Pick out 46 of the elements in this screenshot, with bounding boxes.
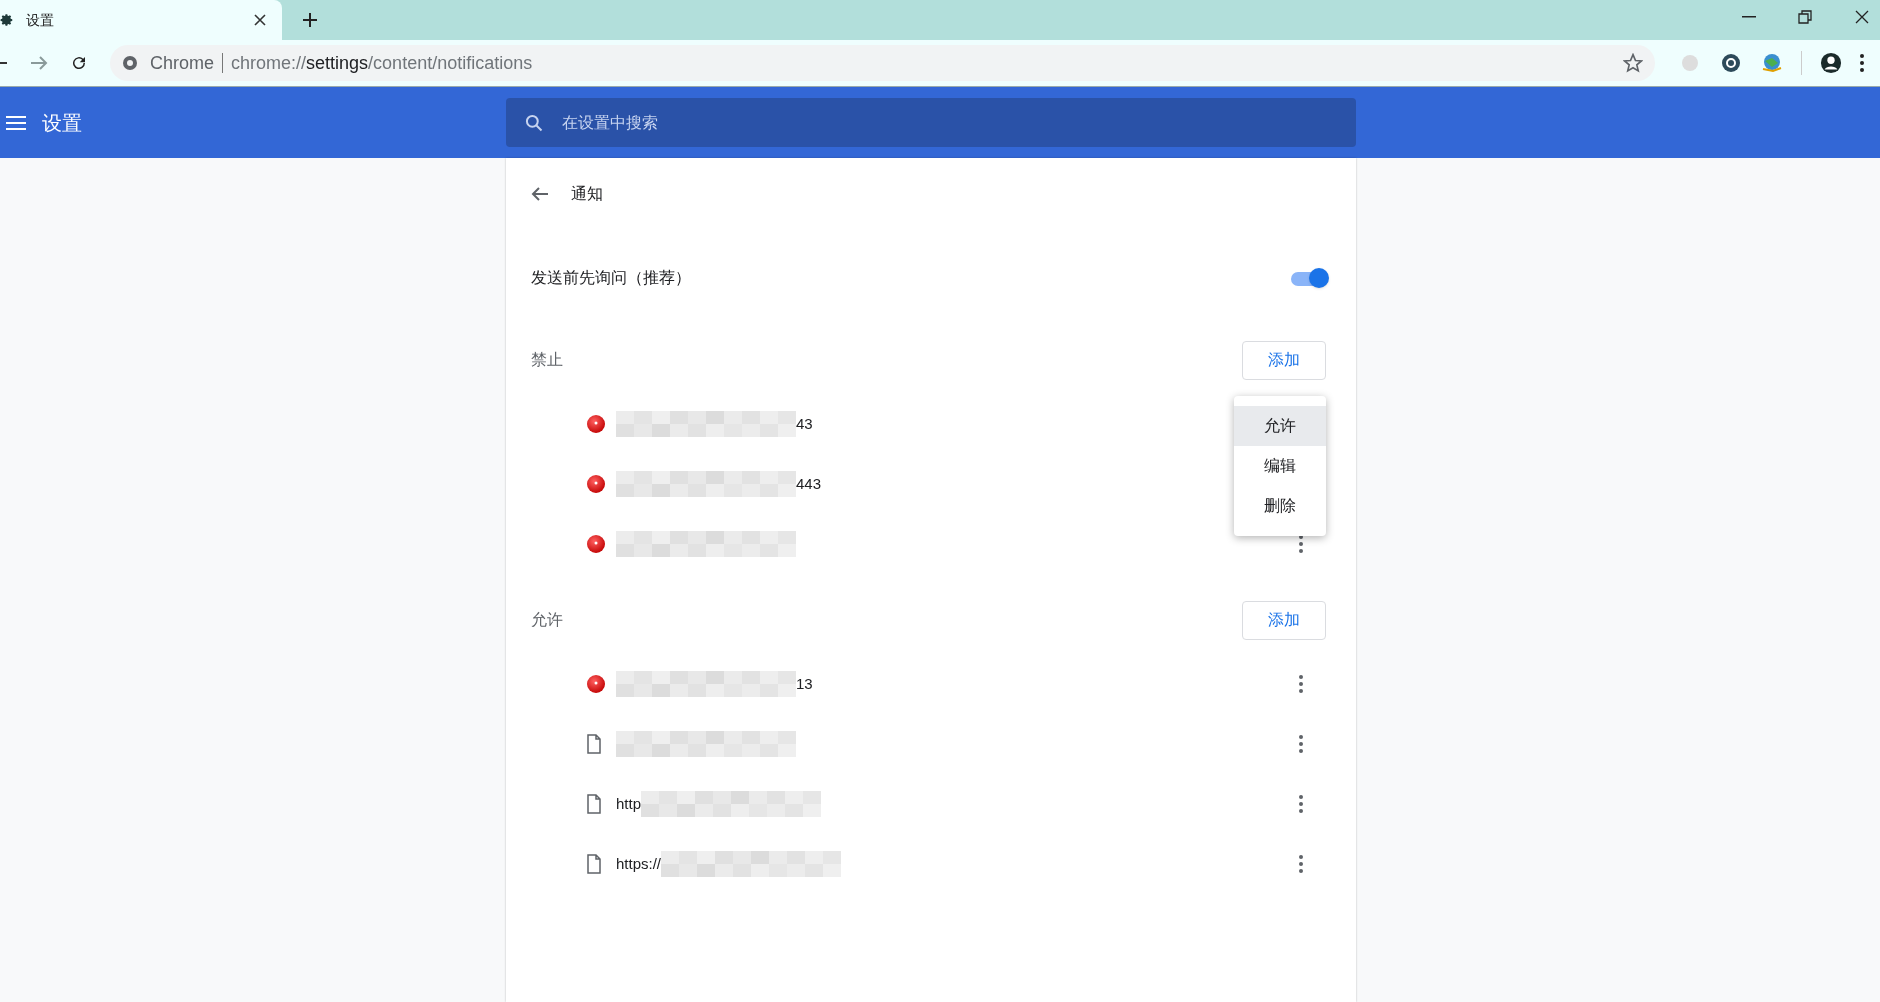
close-icon[interactable] — [1855, 10, 1869, 24]
menu-icon[interactable] — [6, 114, 26, 131]
document-icon — [586, 854, 602, 874]
star-icon[interactable] — [1623, 53, 1643, 73]
document-icon — [586, 734, 602, 754]
url-text: chrome://settings/content/notifications — [231, 51, 533, 75]
menu-item[interactable]: 编辑 — [1234, 446, 1326, 486]
address-bar[interactable]: Chrome chrome://settings/content/notifications — [110, 45, 1655, 81]
search-field[interactable]: 在设置中搜索 — [506, 98, 1356, 147]
setting-label: 发送前先询问（推荐） — [531, 268, 691, 288]
more-actions-icon[interactable] — [1860, 54, 1864, 72]
back-arrow-icon[interactable] — [531, 186, 549, 202]
origin-label: Chrome — [150, 51, 215, 75]
page-title: 通知 — [571, 184, 603, 204]
ball-icon — [586, 534, 606, 554]
site-url: 13 — [796, 673, 813, 694]
add-button[interactable]: 添加 — [1242, 340, 1326, 380]
site-url: 43 — [796, 413, 813, 434]
site-url: 443 — [796, 473, 822, 494]
close-icon[interactable] — [254, 14, 266, 26]
new-tab-icon[interactable] — [302, 12, 318, 28]
site-url: http — [616, 793, 642, 814]
menu-item[interactable]: 删除 — [1234, 486, 1326, 526]
reload-icon[interactable] — [70, 54, 88, 72]
ball-icon — [586, 474, 606, 494]
menu-item[interactable]: 允许 — [1234, 406, 1326, 446]
section-title: 允许 — [531, 610, 563, 630]
site-url: https:// — [616, 853, 662, 874]
toggle-switch[interactable] — [1289, 267, 1329, 289]
ball-icon — [586, 674, 606, 694]
search-icon — [524, 113, 544, 133]
section-title: 禁止 — [531, 350, 563, 370]
document-icon — [586, 794, 602, 814]
settings-title: 设置 — [42, 110, 83, 136]
restore-icon[interactable] — [1798, 10, 1812, 24]
globe-icon[interactable] — [1761, 53, 1783, 73]
account-icon[interactable] — [1820, 52, 1842, 74]
forward-arrow-icon[interactable] — [30, 55, 48, 71]
ball-icon — [586, 414, 606, 434]
chrome-icon — [122, 55, 138, 71]
tab-title: 设置 — [26, 10, 55, 30]
add-button[interactable]: 添加 — [1242, 600, 1326, 640]
browser-tab[interactable]: 设置 — [0, 0, 282, 40]
extension-icon[interactable] — [1721, 53, 1741, 73]
minimize-icon[interactable] — [1742, 16, 1756, 18]
gear-icon — [0, 13, 14, 27]
